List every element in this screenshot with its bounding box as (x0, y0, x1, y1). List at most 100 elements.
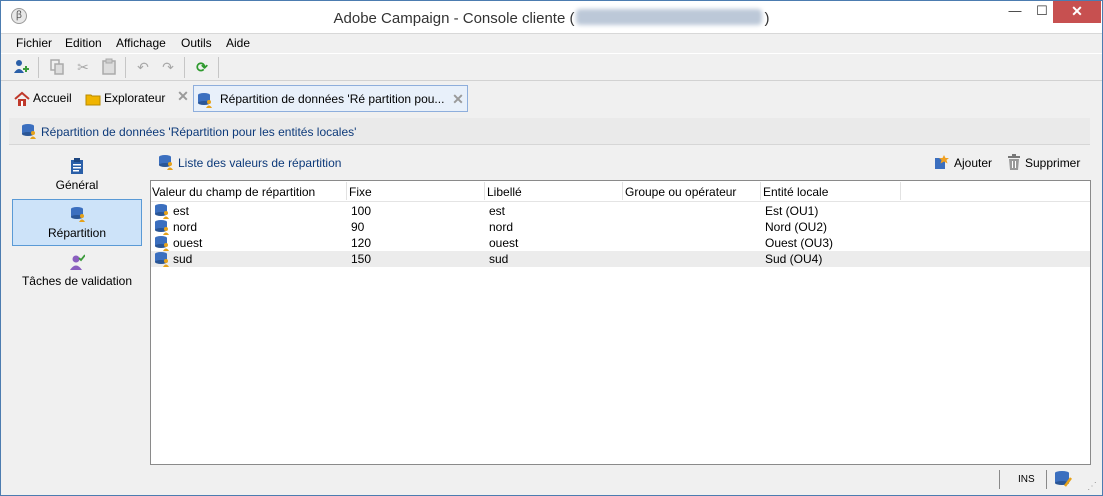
redacted-server-name (576, 9, 763, 25)
toolbar: ✂ ↶ ↷ ⟳ (1, 53, 1102, 81)
column-separator[interactable] (900, 182, 901, 200)
tab-strip: Accueil Explorateur ✕ Répartition de don… (1, 82, 1102, 114)
delete-label: Supprimer (1025, 156, 1081, 170)
cell-fixed: 150 (351, 252, 372, 266)
menu-edition[interactable]: Edition (65, 36, 102, 50)
cell-fixed: 100 (351, 204, 372, 218)
close-button[interactable]: ✕ (1053, 1, 1101, 23)
database-user-icon (197, 91, 213, 108)
window-title-prefix: Adobe Campaign - Console cliente ( (333, 10, 575, 27)
nav-item-repartition[interactable]: Répartition (12, 199, 142, 246)
nav-label: Répartition (47, 226, 107, 240)
clipboard-icon (69, 158, 85, 174)
resize-grip-icon[interactable]: ⋰ (1087, 481, 1099, 493)
refresh-icon[interactable]: ⟳ (193, 58, 211, 76)
column-header-label[interactable]: Libellé (487, 185, 522, 199)
status-bar: INS ⋰ (1, 467, 1102, 495)
cell-label: est (489, 204, 506, 218)
tab-explorateur[interactable]: Explorateur (82, 85, 172, 112)
cell-value: ouest (173, 236, 203, 250)
maximize-button[interactable]: ☐ (1029, 1, 1055, 23)
add-label: Ajouter (954, 156, 993, 170)
database-user-icon (154, 251, 170, 267)
panel-title: Liste des valeurs de répartition (178, 156, 342, 170)
tab-accueil[interactable]: Accueil (11, 85, 81, 112)
tab-repartition[interactable]: Répartition de données 'Ré partition pou… (193, 85, 468, 112)
close-tab-icon[interactable]: ✕ (177, 89, 189, 103)
home-icon (14, 90, 30, 106)
cell-entity: Ouest (OU3) (765, 236, 834, 250)
column-separator[interactable] (760, 182, 761, 200)
column-separator[interactable] (622, 182, 623, 200)
column-header-entity[interactable]: Entité locale (763, 185, 828, 199)
cell-fixed: 90 (351, 220, 365, 234)
status-separator (999, 470, 1000, 489)
redo-icon[interactable]: ↷ (159, 58, 177, 76)
window-title: Adobe Campaign - Console cliente () (1, 9, 1102, 27)
add-item-icon (934, 154, 950, 173)
column-header-group[interactable]: Groupe ou opérateur (625, 185, 736, 199)
cell-value: nord (173, 220, 198, 234)
cell-entity: Sud (OU4) (765, 252, 823, 266)
nav-item-taches-validation[interactable]: Tâches de validation (12, 248, 142, 295)
menu-fichier[interactable]: Fichier (16, 36, 52, 50)
tab-label: Répartition de données 'Ré partition pou… (220, 92, 445, 106)
database-user-icon (154, 219, 170, 235)
cell-value: sud (173, 252, 193, 266)
values-table[interactable]: Valeur du champ de répartition Fixe Libe… (150, 180, 1091, 465)
column-header-fixed[interactable]: Fixe (349, 185, 372, 199)
folder-icon (85, 90, 101, 106)
new-user-icon[interactable] (12, 58, 30, 76)
database-user-icon (70, 206, 86, 222)
minimize-button[interactable]: — (1001, 1, 1029, 23)
database-user-icon (21, 123, 37, 142)
table-row[interactable]: sud 150 sud Sud (OU4) (151, 251, 1090, 267)
database-user-icon (154, 203, 170, 219)
window-title-suffix: ) (764, 10, 770, 27)
column-separator[interactable] (346, 182, 347, 200)
add-button[interactable]: Ajouter (934, 154, 993, 173)
user-check-icon (69, 254, 86, 270)
tab-label: Explorateur (104, 91, 166, 105)
menu-affichage[interactable]: Affichage (116, 36, 166, 50)
menu-bar: Fichier Edition Affichage Outils Aide (1, 34, 1102, 53)
toolbar-separator (125, 57, 126, 78)
delete-button[interactable]: Supprimer (1006, 154, 1081, 173)
close-tab-icon[interactable]: ✕ (452, 92, 464, 106)
menu-outils[interactable]: Outils (181, 36, 212, 50)
toolbar-separator (218, 57, 219, 78)
menu-aide[interactable]: Aide (226, 36, 250, 50)
cut-icon[interactable]: ✂ (74, 58, 92, 76)
app-window: ꞵ Adobe Campaign - Console cliente () — … (0, 0, 1103, 496)
undo-icon[interactable]: ↶ (134, 58, 152, 76)
copy-icon[interactable] (48, 58, 66, 76)
cell-fixed: 120 (351, 236, 372, 250)
table-row[interactable]: nord 90 nord Nord (OU2) (151, 219, 1090, 235)
panel-header: Liste des valeurs de répartition Ajouter… (150, 148, 1090, 178)
title-bar: ꞵ Adobe Campaign - Console cliente () — … (1, 1, 1102, 34)
database-user-icon (154, 235, 170, 251)
page-title: Répartition de données 'Répartition pour… (41, 125, 357, 139)
database-user-icon (158, 154, 174, 173)
cell-value: est (173, 204, 190, 218)
column-separator[interactable] (484, 182, 485, 200)
table-header: Valeur du champ de répartition Fixe Libe… (151, 181, 1090, 202)
cell-entity: Nord (OU2) (765, 220, 828, 234)
paste-icon[interactable] (100, 58, 118, 76)
trash-icon (1006, 154, 1022, 173)
nav-label: Tâches de validation (21, 274, 133, 288)
toolbar-separator (38, 57, 39, 78)
toolbar-separator (184, 57, 185, 78)
column-header-value[interactable]: Valeur du champ de répartition (152, 185, 315, 199)
page-header: Répartition de données 'Répartition pour… (9, 118, 1090, 145)
cell-label: nord (489, 220, 514, 234)
tab-label: Accueil (33, 91, 72, 105)
table-row[interactable]: ouest 120 ouest Ouest (OU3) (151, 235, 1090, 251)
nav-item-general[interactable]: Général (12, 152, 142, 199)
table-row[interactable]: est 100 est Est (OU1) (151, 203, 1090, 219)
status-separator (1046, 470, 1047, 489)
database-status-icon[interactable] (1054, 470, 1072, 491)
cell-label: sud (489, 252, 509, 266)
left-nav: Général Répartition Tâches de validation (9, 148, 145, 466)
cell-label: ouest (489, 236, 519, 250)
